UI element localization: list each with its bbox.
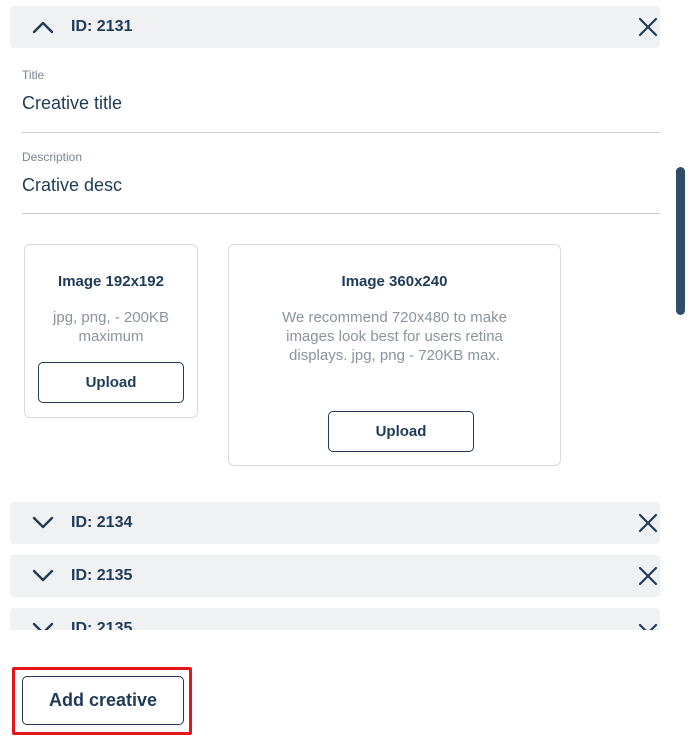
creative-header-2135[interactable]: ID: 2135 (10, 555, 660, 597)
image-192-requirements: jpg, png, - 200KB maximum (53, 309, 169, 345)
chevron-down-icon[interactable] (637, 618, 659, 630)
description-field[interactable]: Description Crative desc (22, 150, 660, 214)
scrollbar-thumb[interactable] (676, 167, 685, 315)
close-icon[interactable] (637, 512, 659, 534)
add-creative-button[interactable]: Add creative (22, 676, 184, 725)
creative-header-2131[interactable]: ID: 2131 (10, 6, 660, 48)
creative-header-2134[interactable]: ID: 2134 (10, 502, 660, 544)
description-input[interactable]: Crative desc (22, 175, 660, 196)
upload-360-button[interactable]: Upload (328, 411, 474, 452)
creative-header-2135-b[interactable]: ID: 2135 (10, 608, 660, 630)
creative-id-label: ID: 2135 (71, 567, 133, 584)
image-360-requirements: We recommend 720x480 to make images look… (282, 309, 507, 364)
close-icon[interactable] (637, 565, 659, 587)
creative-id-label: ID: 2134 (71, 514, 133, 531)
chevron-down-icon[interactable] (32, 516, 54, 530)
close-icon[interactable] (637, 16, 659, 38)
upload-192-button[interactable]: Upload (38, 362, 184, 403)
chevron-down-icon[interactable] (32, 622, 54, 630)
image-192-card: Image 192x192 jpg, png, - 200KB maximum … (24, 244, 198, 418)
chevron-down-icon[interactable] (32, 569, 54, 583)
creatives-scroll-area[interactable]: ID: 2131 Title Creative title Descriptio… (0, 0, 697, 630)
title-input[interactable]: Creative title (22, 93, 660, 114)
creative-id-label: ID: 2135 (71, 620, 133, 630)
title-label: Title (22, 68, 45, 82)
image-360-card: Image 360x240 We recommend 720x480 to ma… (228, 244, 561, 466)
description-label: Description (22, 150, 83, 164)
creative-id-label: ID: 2131 (71, 18, 133, 35)
title-field[interactable]: Title Creative title (22, 68, 660, 133)
chevron-up-icon[interactable] (32, 20, 54, 34)
image-360-title: Image 360x240 (341, 273, 448, 290)
image-192-title: Image 192x192 (58, 273, 164, 290)
